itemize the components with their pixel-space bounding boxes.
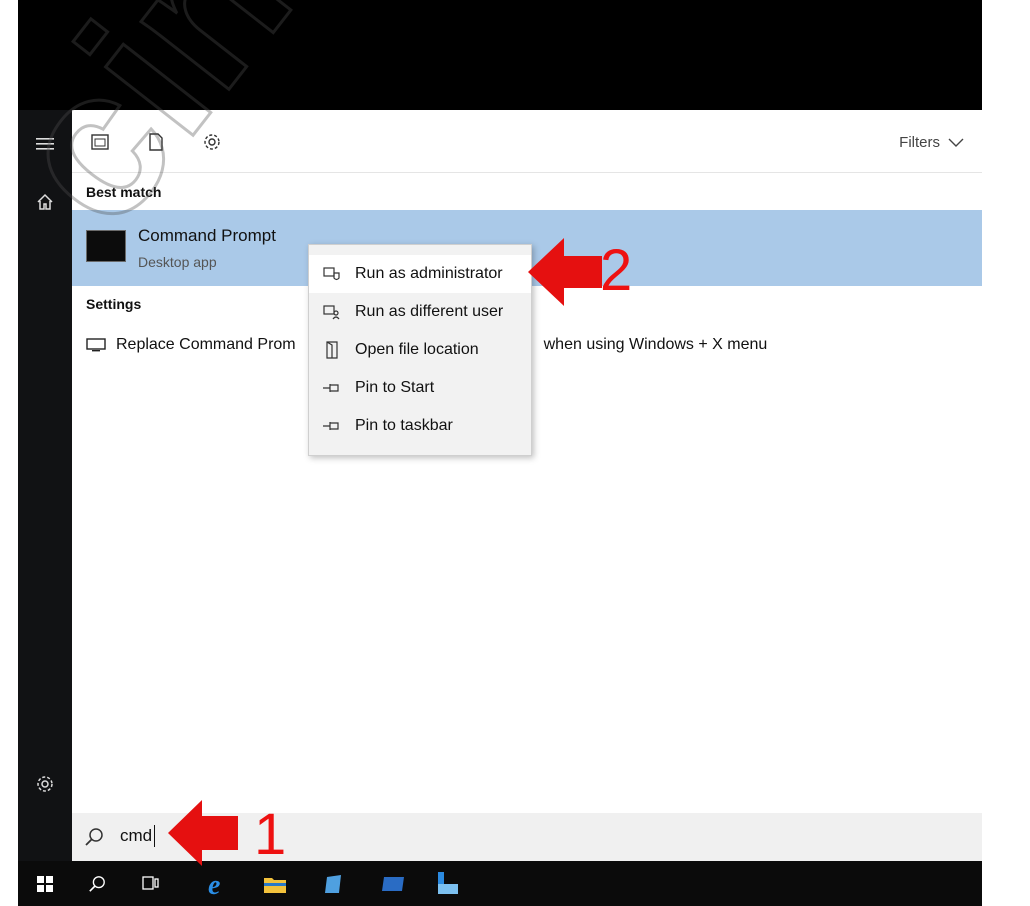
menu-item-label: Open file location xyxy=(355,341,479,358)
app-window-icon xyxy=(438,872,458,894)
app-window-icon xyxy=(91,134,109,150)
pin-icon xyxy=(309,382,355,394)
internet-explorer-icon: e xyxy=(208,870,220,898)
gear-icon xyxy=(204,134,220,150)
taskbar-search-button[interactable] xyxy=(82,869,112,899)
folder-icon xyxy=(264,878,286,893)
task-view-button[interactable] xyxy=(136,869,166,899)
monitor-icon xyxy=(86,338,106,352)
text-caret xyxy=(154,825,155,847)
shield-run-icon xyxy=(309,266,355,282)
search-icon xyxy=(84,827,104,852)
apps-filter-button[interactable] xyxy=(88,130,112,154)
documents-filter-button[interactable] xyxy=(144,130,168,154)
menu-item-pin-to-taskbar[interactable]: Pin to taskbar xyxy=(309,407,531,445)
settings-filter-button[interactable] xyxy=(200,130,224,154)
pinned-app-button[interactable] xyxy=(432,869,462,899)
search-input[interactable]: cmd xyxy=(120,826,152,846)
svg-text:e: e xyxy=(208,870,220,898)
settings-result-label-right: when using Windows + X menu xyxy=(543,336,768,353)
start-button[interactable] xyxy=(30,869,60,899)
toolbar-divider xyxy=(72,172,982,173)
menu-item-run-as-administrator[interactable]: Run as administrator xyxy=(309,255,531,293)
menu-item-label: Pin to taskbar xyxy=(355,417,453,434)
result-subtitle: Desktop app xyxy=(138,254,217,270)
hamburger-icon xyxy=(36,138,54,150)
server-manager-button[interactable] xyxy=(320,869,350,899)
home-icon xyxy=(37,193,53,210)
folder-location-icon xyxy=(309,341,355,359)
internet-explorer-button[interactable]: e xyxy=(204,869,234,899)
context-menu: Run as administrator Run as different us… xyxy=(308,244,532,456)
result-title: Command Prompt xyxy=(138,226,276,245)
document-icon xyxy=(149,133,163,151)
best-match-heading: Best match xyxy=(86,184,162,200)
search-toolbar: Filters xyxy=(72,110,982,172)
filters-dropdown[interactable]: Filters xyxy=(899,134,964,151)
menu-item-label: Run as different user xyxy=(355,303,504,320)
command-prompt-app-icon xyxy=(86,230,126,262)
annotation-number-1: 1 xyxy=(254,802,287,867)
menu-item-run-as-different-user[interactable]: Run as different user xyxy=(309,293,531,331)
annotation-arrow-2 xyxy=(528,238,602,306)
menu-item-label: Run as administrator xyxy=(355,265,503,282)
windows-logo-icon xyxy=(37,876,53,892)
top-black-area xyxy=(18,0,982,110)
user-run-icon xyxy=(309,304,355,320)
search-results-panel: Filters Best match Command Prompt Deskto… xyxy=(72,110,982,861)
settings-heading: Settings xyxy=(86,296,142,312)
hamburger-menu-button[interactable] xyxy=(18,124,72,164)
settings-button[interactable] xyxy=(18,764,72,804)
annotation-number-2: 2 xyxy=(600,238,633,303)
gear-icon xyxy=(37,776,53,792)
server-manager-icon xyxy=(325,875,341,893)
powershell-icon xyxy=(382,877,404,891)
menu-item-label: Pin to Start xyxy=(355,379,435,396)
start-left-rail xyxy=(18,110,72,861)
chevron-down-icon xyxy=(948,138,964,147)
search-icon xyxy=(89,876,105,892)
annotation-arrow-1 xyxy=(168,800,238,866)
filters-label: Filters xyxy=(899,134,940,151)
pin-icon xyxy=(309,420,355,432)
menu-item-pin-to-start[interactable]: Pin to Start xyxy=(309,369,531,407)
powershell-button[interactable] xyxy=(378,869,408,899)
home-button[interactable] xyxy=(18,182,72,222)
file-explorer-button[interactable] xyxy=(260,869,290,899)
settings-result-label-left: Replace Command Prom xyxy=(116,336,296,353)
task-view-icon xyxy=(142,876,159,890)
taskbar: e xyxy=(18,861,982,906)
menu-item-open-file-location[interactable]: Open file location xyxy=(309,331,531,369)
